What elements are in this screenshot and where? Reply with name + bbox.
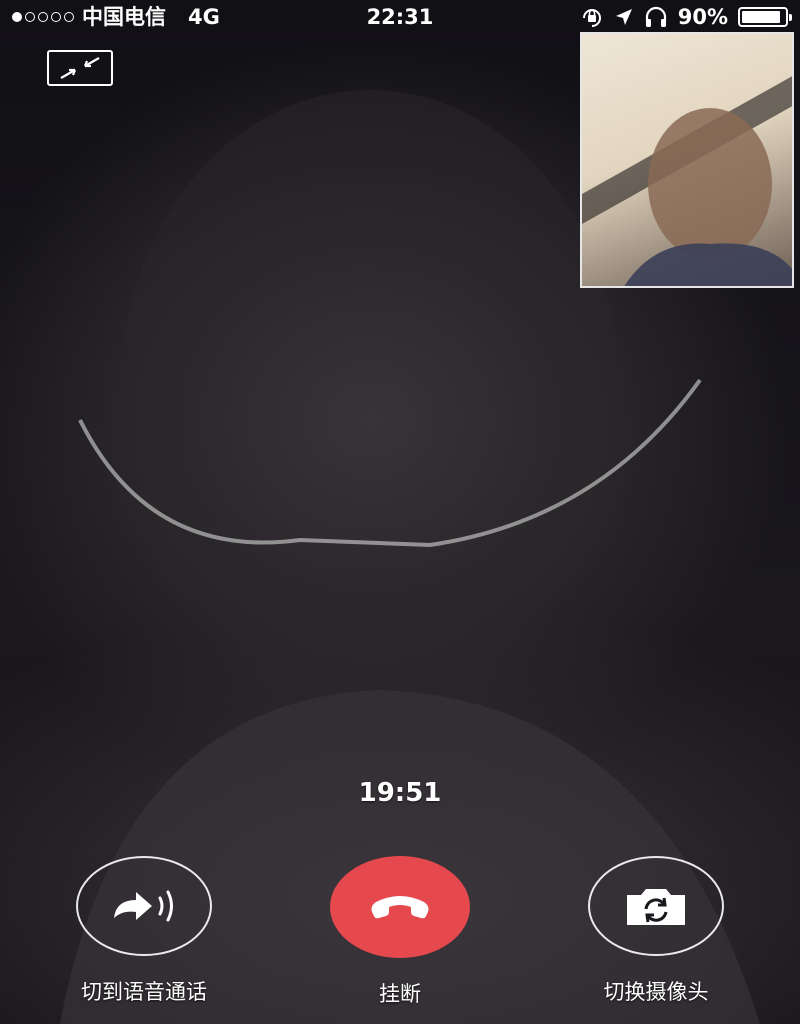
shrink-arrows-icon <box>60 57 100 79</box>
hang-up-control: 挂断 <box>280 856 520 1008</box>
switch-to-voice-control: 切到语音通话 <box>24 856 264 1006</box>
forward-voice-icon <box>114 890 173 922</box>
minimize-window-button[interactable] <box>47 50 113 86</box>
status-bar: 中国电信 4G 22:31 90% <box>0 0 800 34</box>
camera-switch-icon <box>627 889 685 925</box>
switch-to-voice-label: 切到语音通话 <box>81 980 207 1004</box>
headphones-icon <box>645 6 666 27</box>
phone-hangup-icon <box>371 896 429 919</box>
switch-camera-label: 切换摄像头 <box>603 980 709 1004</box>
hang-up-button[interactable] <box>330 856 470 958</box>
call-timer: 19:51 <box>358 778 442 808</box>
battery-percent: 90% <box>677 5 728 29</box>
switch-camera-button[interactable] <box>588 856 724 956</box>
switch-to-voice-button[interactable] <box>76 856 212 956</box>
hang-up-label: 挂断 <box>379 982 421 1006</box>
orientation-lock-icon <box>582 9 601 27</box>
battery-icon <box>738 7 792 27</box>
location-arrow-icon <box>615 9 632 25</box>
self-video-silhouette <box>582 76 792 286</box>
status-right: 90% <box>580 0 792 34</box>
self-video-preview[interactable] <box>580 32 794 288</box>
battery-level-fill <box>742 11 780 23</box>
switch-camera-control: 切换摄像头 <box>536 856 776 1006</box>
